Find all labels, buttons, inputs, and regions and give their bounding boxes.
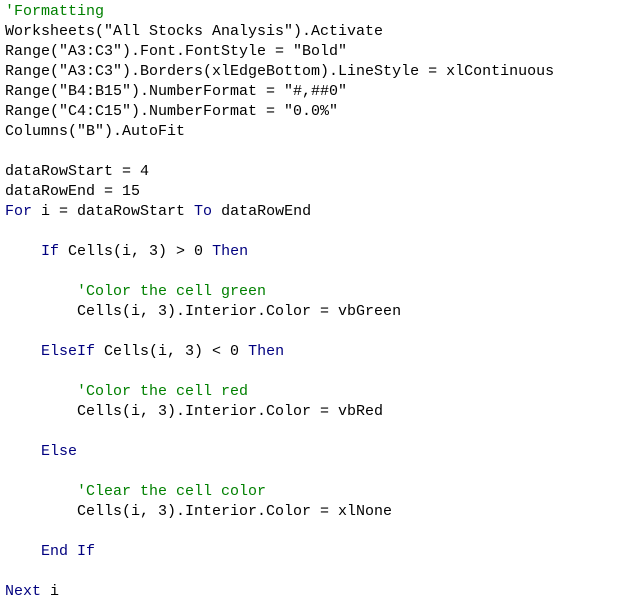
code-keyword: Then (248, 343, 285, 360)
code-line[interactable]: Cells(i, 3).Interior.Color = vbRed (5, 402, 620, 422)
code-line[interactable] (5, 262, 620, 282)
code-keyword: Else (41, 443, 78, 460)
code-line[interactable]: Range("A3:C3").Borders(xlEdgeBottom).Lin… (5, 62, 620, 82)
code-line[interactable]: For i = dataRowStart To dataRowEnd (5, 202, 620, 222)
code-line[interactable]: Range("B4:B15").NumberFormat = "#,##0" (5, 82, 620, 102)
code-text: Cells(i, 3) > 0 (59, 243, 213, 260)
code-text: dataRowEnd (212, 203, 312, 220)
code-text: Range("B4:B15").NumberFormat = "#,##0" (5, 83, 348, 100)
code-line[interactable] (5, 222, 620, 242)
code-comment: 'Color the cell red (77, 383, 249, 400)
code-keyword: Then (212, 243, 249, 260)
code-line[interactable] (5, 522, 620, 542)
code-line[interactable] (5, 562, 620, 582)
code-line[interactable]: 'Color the cell red (5, 382, 620, 402)
code-line[interactable]: dataRowStart = 4 (5, 162, 620, 182)
code-keyword: For (5, 203, 33, 220)
code-text: Cells(i, 3).Interior.Color = xlNone (5, 503, 393, 520)
code-keyword: End If (41, 543, 96, 560)
code-text: Cells(i, 3) < 0 (95, 343, 249, 360)
code-text: Worksheets("All Stocks Analysis").Activa… (5, 23, 384, 40)
code-comment: 'Color the cell green (77, 283, 267, 300)
code-editor[interactable]: 'Formatting Worksheets("All Stocks Analys… (5, 2, 620, 602)
code-line[interactable] (5, 422, 620, 442)
code-line[interactable]: Range("A3:C3").Font.FontStyle = "Bold" (5, 42, 620, 62)
code-text: Range("A3:C3").Font.FontStyle = "Bold" (5, 43, 348, 60)
code-text: Cells(i, 3).Interior.Color = vbRed (5, 403, 384, 420)
code-text: dataRowStart = 4 (5, 163, 150, 180)
code-comment: 'Clear the cell color (77, 483, 267, 500)
code-line[interactable] (5, 462, 620, 482)
code-line[interactable]: End If (5, 542, 620, 562)
code-line[interactable] (5, 142, 620, 162)
code-text: dataRowEnd = 15 (5, 183, 141, 200)
code-keyword: If (41, 243, 60, 260)
code-keyword: To (194, 203, 213, 220)
code-text: Columns("B").AutoFit (5, 123, 186, 140)
code-line[interactable]: ElseIf Cells(i, 3) < 0 Then (5, 342, 620, 362)
code-line[interactable]: Worksheets("All Stocks Analysis").Activa… (5, 22, 620, 42)
code-line[interactable]: If Cells(i, 3) > 0 Then (5, 242, 620, 262)
code-text: Range("C4:C15").NumberFormat = "0.0%" (5, 103, 339, 120)
code-line[interactable]: dataRowEnd = 15 (5, 182, 620, 202)
code-comment: 'Formatting (5, 3, 105, 20)
code-line[interactable]: Range("C4:C15").NumberFormat = "0.0%" (5, 102, 620, 122)
code-text: Range("A3:C3").Borders(xlEdgeBottom).Lin… (5, 63, 555, 80)
code-keyword: Next (5, 583, 42, 600)
code-text: i = dataRowStart (32, 203, 195, 220)
code-line[interactable]: Else (5, 442, 620, 462)
code-line[interactable]: Next i (5, 582, 620, 602)
code-text: Cells(i, 3).Interior.Color = vbGreen (5, 303, 402, 320)
code-line[interactable]: 'Clear the cell color (5, 482, 620, 502)
code-line[interactable]: 'Color the cell green (5, 282, 620, 302)
code-keyword: ElseIf (41, 343, 96, 360)
code-line[interactable]: Columns("B").AutoFit (5, 122, 620, 142)
code-line[interactable] (5, 322, 620, 342)
code-text: i (41, 583, 60, 600)
code-line[interactable] (5, 362, 620, 382)
code-line[interactable]: Cells(i, 3).Interior.Color = xlNone (5, 502, 620, 522)
code-line[interactable]: Cells(i, 3).Interior.Color = vbGreen (5, 302, 620, 322)
code-line[interactable]: 'Formatting (5, 2, 620, 22)
